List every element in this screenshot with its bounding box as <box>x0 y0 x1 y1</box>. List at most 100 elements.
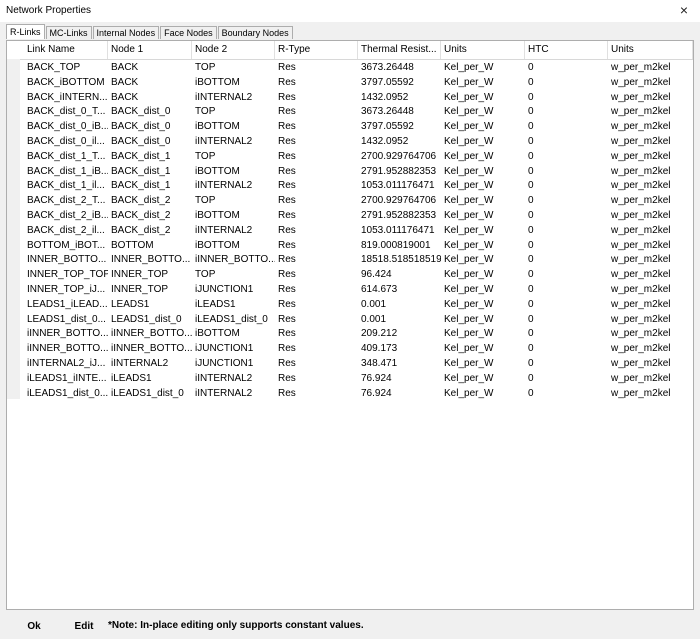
cell-thermal-resistance[interactable]: 1053.011176471 <box>358 223 441 238</box>
table-row[interactable]: LEADS1_dist_0... LEADS1_dist_0 iLEADS1_dis… <box>7 312 693 327</box>
cell-units[interactable]: Kel_per_W <box>441 90 525 105</box>
cell-node-2[interactable]: iINTERNAL2 <box>192 134 275 149</box>
cell-r-type[interactable]: Res <box>275 223 358 238</box>
column-header-r-type[interactable]: R-Type <box>275 41 358 59</box>
cell-htc[interactable]: 0 <box>525 149 608 164</box>
table-row[interactable]: BACK_dist_0_T... BACK_dist_0 TOP Res 3673.26… <box>7 104 693 119</box>
cell-htc-units[interactable]: w_per_m2kel <box>608 312 693 327</box>
cell-node-1[interactable]: BACK <box>108 90 192 105</box>
column-header-htc-units[interactable]: Units <box>608 41 693 59</box>
cell-units[interactable]: Kel_per_W <box>441 164 525 179</box>
cell-r-type[interactable]: Res <box>275 208 358 223</box>
cell-thermal-resistance[interactable]: 614.673 <box>358 282 441 297</box>
cell-link-name[interactable]: iINTERNAL2_iJ... <box>24 356 108 371</box>
cell-thermal-resistance[interactable]: 209.212 <box>358 326 441 341</box>
cell-htc[interactable]: 0 <box>525 134 608 149</box>
cell-r-type[interactable]: Res <box>275 134 358 149</box>
cell-node-2[interactable]: iBOTTOM <box>192 164 275 179</box>
cell-htc[interactable]: 0 <box>525 75 608 90</box>
cell-units[interactable]: Kel_per_W <box>441 223 525 238</box>
cell-node-2[interactable]: iBOTTOM <box>192 208 275 223</box>
cell-htc-units[interactable]: w_per_m2kel <box>608 252 693 267</box>
cell-r-type[interactable]: Res <box>275 386 358 401</box>
cell-link-name[interactable]: BACK_dist_2_iB... <box>24 208 108 223</box>
cell-node-1[interactable]: BOTTOM <box>108 238 192 253</box>
cell-r-type[interactable]: Res <box>275 341 358 356</box>
table-row[interactable]: BACK_TOP BACK TOP Res 3673.26448 Kel_per_W 0 w_… <box>7 60 693 75</box>
table-row[interactable]: iINNER_BOTTO... iINNER_BOTTO... iJUNCTION1… <box>7 341 693 356</box>
cell-node-2[interactable]: TOP <box>192 60 275 75</box>
cell-node-1[interactable]: LEADS1_dist_0 <box>108 312 192 327</box>
cell-thermal-resistance[interactable]: 409.173 <box>358 341 441 356</box>
table-row[interactable]: BACK_dist_1_T... BACK_dist_1 TOP Res 2700.92… <box>7 149 693 164</box>
cell-units[interactable]: Kel_per_W <box>441 238 525 253</box>
cell-link-name[interactable]: BACK_TOP <box>24 60 108 75</box>
cell-thermal-resistance[interactable]: 18518.518518519 <box>358 252 441 267</box>
table-row[interactable]: BACK_dist_2_T... BACK_dist_2 TOP Res 2700.92… <box>7 193 693 208</box>
cell-htc[interactable]: 0 <box>525 356 608 371</box>
table-row[interactable]: iINNER_BOTTO... iINNER_BOTTO... iBOTTOM Res… <box>7 326 693 341</box>
cell-units[interactable]: Kel_per_W <box>441 75 525 90</box>
cell-htc-units[interactable]: w_per_m2kel <box>608 75 693 90</box>
table-row[interactable]: BACK_dist_2_iB... BACK_dist_2 iBOTTOM Res 27… <box>7 208 693 223</box>
cell-link-name[interactable]: BACK_iBOTTOM <box>24 75 108 90</box>
cell-htc[interactable]: 0 <box>525 267 608 282</box>
cell-htc[interactable]: 0 <box>525 60 608 75</box>
table-row[interactable]: iLEADS1_iINTE... iLEADS1 iINTERNAL2 Res 76.9… <box>7 371 693 386</box>
cell-node-1[interactable]: BACK_dist_1 <box>108 164 192 179</box>
cell-link-name[interactable]: BACK_dist_0_iB... <box>24 119 108 134</box>
cell-htc-units[interactable]: w_per_m2kel <box>608 238 693 253</box>
cell-htc[interactable]: 0 <box>525 371 608 386</box>
cell-link-name[interactable]: iINNER_BOTTO... <box>24 326 108 341</box>
table-row[interactable]: BACK_dist_1_iB... BACK_dist_1 iBOTTOM Res 27… <box>7 164 693 179</box>
cell-htc-units[interactable]: w_per_m2kel <box>608 356 693 371</box>
cell-thermal-resistance[interactable]: 2700.929764706 <box>358 149 441 164</box>
cell-r-type[interactable]: Res <box>275 75 358 90</box>
cell-link-name[interactable]: BACK_dist_1_il... <box>24 178 108 193</box>
cell-htc[interactable]: 0 <box>525 178 608 193</box>
cell-htc-units[interactable]: w_per_m2kel <box>608 223 693 238</box>
cell-htc-units[interactable]: w_per_m2kel <box>608 104 693 119</box>
cell-htc[interactable]: 0 <box>525 312 608 327</box>
cell-node-2[interactable]: iJUNCTION1 <box>192 341 275 356</box>
cell-thermal-resistance[interactable]: 76.924 <box>358 371 441 386</box>
cell-node-1[interactable]: iINNER_BOTTO... <box>108 341 192 356</box>
cell-link-name[interactable]: INNER_TOP_TOP <box>24 267 108 282</box>
cell-thermal-resistance[interactable]: 819.000819001 <box>358 238 441 253</box>
cell-htc-units[interactable]: w_per_m2kel <box>608 90 693 105</box>
cell-node-1[interactable]: iINNER_BOTTO... <box>108 326 192 341</box>
cell-r-type[interactable]: Res <box>275 238 358 253</box>
cell-htc[interactable]: 0 <box>525 252 608 267</box>
cell-r-type[interactable]: Res <box>275 252 358 267</box>
cell-node-1[interactable]: BACK_dist_2 <box>108 208 192 223</box>
cell-htc[interactable]: 0 <box>525 341 608 356</box>
cell-r-type[interactable]: Res <box>275 104 358 119</box>
cell-node-1[interactable]: LEADS1 <box>108 297 192 312</box>
cell-r-type[interactable]: Res <box>275 149 358 164</box>
cell-htc[interactable]: 0 <box>525 326 608 341</box>
cell-htc-units[interactable]: w_per_m2kel <box>608 371 693 386</box>
cell-htc-units[interactable]: w_per_m2kel <box>608 119 693 134</box>
cell-htc[interactable]: 0 <box>525 90 608 105</box>
cell-htc-units[interactable]: w_per_m2kel <box>608 267 693 282</box>
cell-node-1[interactable]: iINTERNAL2 <box>108 356 192 371</box>
cell-node-2[interactable]: iBOTTOM <box>192 238 275 253</box>
cell-node-1[interactable]: BACK_dist_1 <box>108 178 192 193</box>
cell-htc[interactable]: 0 <box>525 297 608 312</box>
cell-node-1[interactable]: INNER_BOTTO... <box>108 252 192 267</box>
cell-r-type[interactable]: Res <box>275 356 358 371</box>
table-row[interactable]: INNER_BOTTO... INNER_BOTTO... iINNER_BOTTO… <box>7 252 693 267</box>
cell-units[interactable]: Kel_per_W <box>441 134 525 149</box>
cell-link-name[interactable]: BOTTOM_iBOT... <box>24 238 108 253</box>
cell-link-name[interactable]: BACK_dist_1_iB... <box>24 164 108 179</box>
cell-r-type[interactable]: Res <box>275 312 358 327</box>
cell-htc-units[interactable]: w_per_m2kel <box>608 386 693 401</box>
cell-units[interactable]: Kel_per_W <box>441 119 525 134</box>
cell-thermal-resistance[interactable]: 2791.952882353 <box>358 208 441 223</box>
cell-units[interactable]: Kel_per_W <box>441 297 525 312</box>
table-row[interactable]: BACK_dist_1_il... BACK_dist_1 iINTERNAL2 Re… <box>7 178 693 193</box>
cell-units[interactable]: Kel_per_W <box>441 341 525 356</box>
cell-node-2[interactable]: iINNER_BOTTO... <box>192 252 275 267</box>
cell-htc-units[interactable]: w_per_m2kel <box>608 297 693 312</box>
cell-link-name[interactable]: BACK_dist_2_il... <box>24 223 108 238</box>
